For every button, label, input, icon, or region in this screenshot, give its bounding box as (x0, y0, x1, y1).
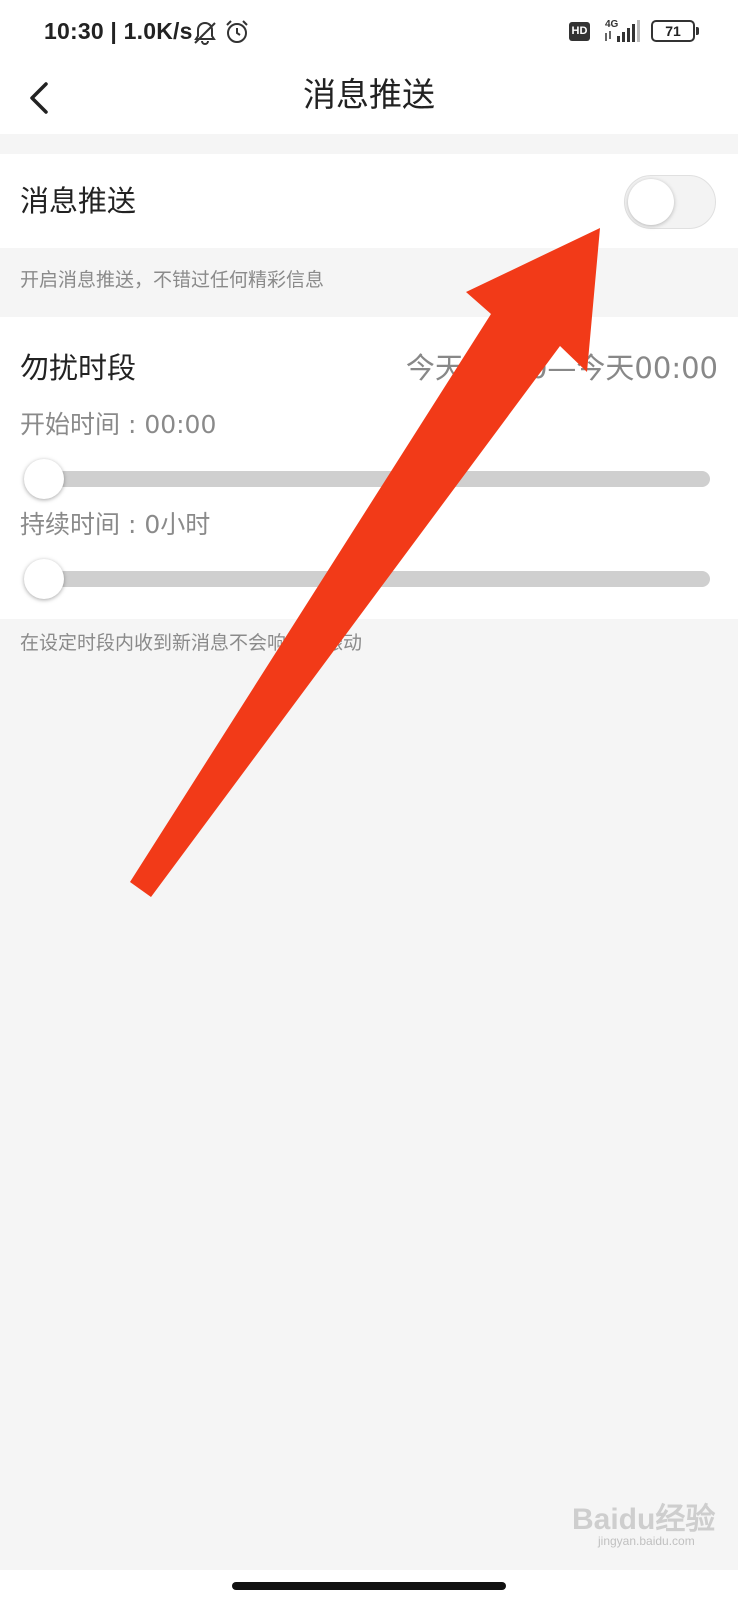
bell-muted-icon (194, 21, 216, 45)
dnd-label: 勿扰时段 (20, 351, 137, 385)
start-time-thumb[interactable] (24, 459, 64, 499)
toggle-knob (628, 179, 674, 225)
dnd-hint: 在设定时段内收到新消息不会响铃或振动 (20, 632, 363, 654)
page-title: 消息推送 (303, 75, 435, 114)
status-bar: 10:30 | 1.0K/s HD 4G 71 (0, 0, 738, 66)
start-time-slider[interactable] (28, 471, 710, 487)
watermark-logo: Baidu经验 (572, 1503, 716, 1536)
alarm-icon (226, 20, 248, 43)
battery-icon: 71 (651, 20, 699, 42)
push-hint: 开启消息推送，不错过任何精彩信息 (20, 269, 325, 291)
home-indicator[interactable] (232, 1582, 506, 1590)
push-setting-row: 消息推送 (0, 154, 738, 248)
duration-slider[interactable] (28, 571, 710, 587)
network-type: 4G (605, 19, 619, 30)
duration-thumb[interactable] (24, 559, 64, 599)
start-time-label: 开始时间 : 00:00 (20, 410, 217, 439)
signal-icon: 4G (605, 19, 640, 42)
watermark-url: jingyan.baidu.com (598, 1534, 695, 1548)
dnd-section: 勿扰时段 今天00:00—今天00:00 开始时间 : 00:00 持续时间 :… (0, 317, 738, 619)
header: 消息推送 (0, 66, 738, 134)
hd-icon: HD (569, 22, 590, 41)
status-time: 10:30 | 1.0K/s (44, 18, 193, 44)
push-toggle[interactable] (624, 175, 716, 229)
duration-label: 持续时间 : 0小时 (20, 510, 211, 539)
dnd-range[interactable]: 今天00:00—今天00:00 (406, 345, 718, 387)
push-label: 消息推送 (20, 184, 137, 218)
